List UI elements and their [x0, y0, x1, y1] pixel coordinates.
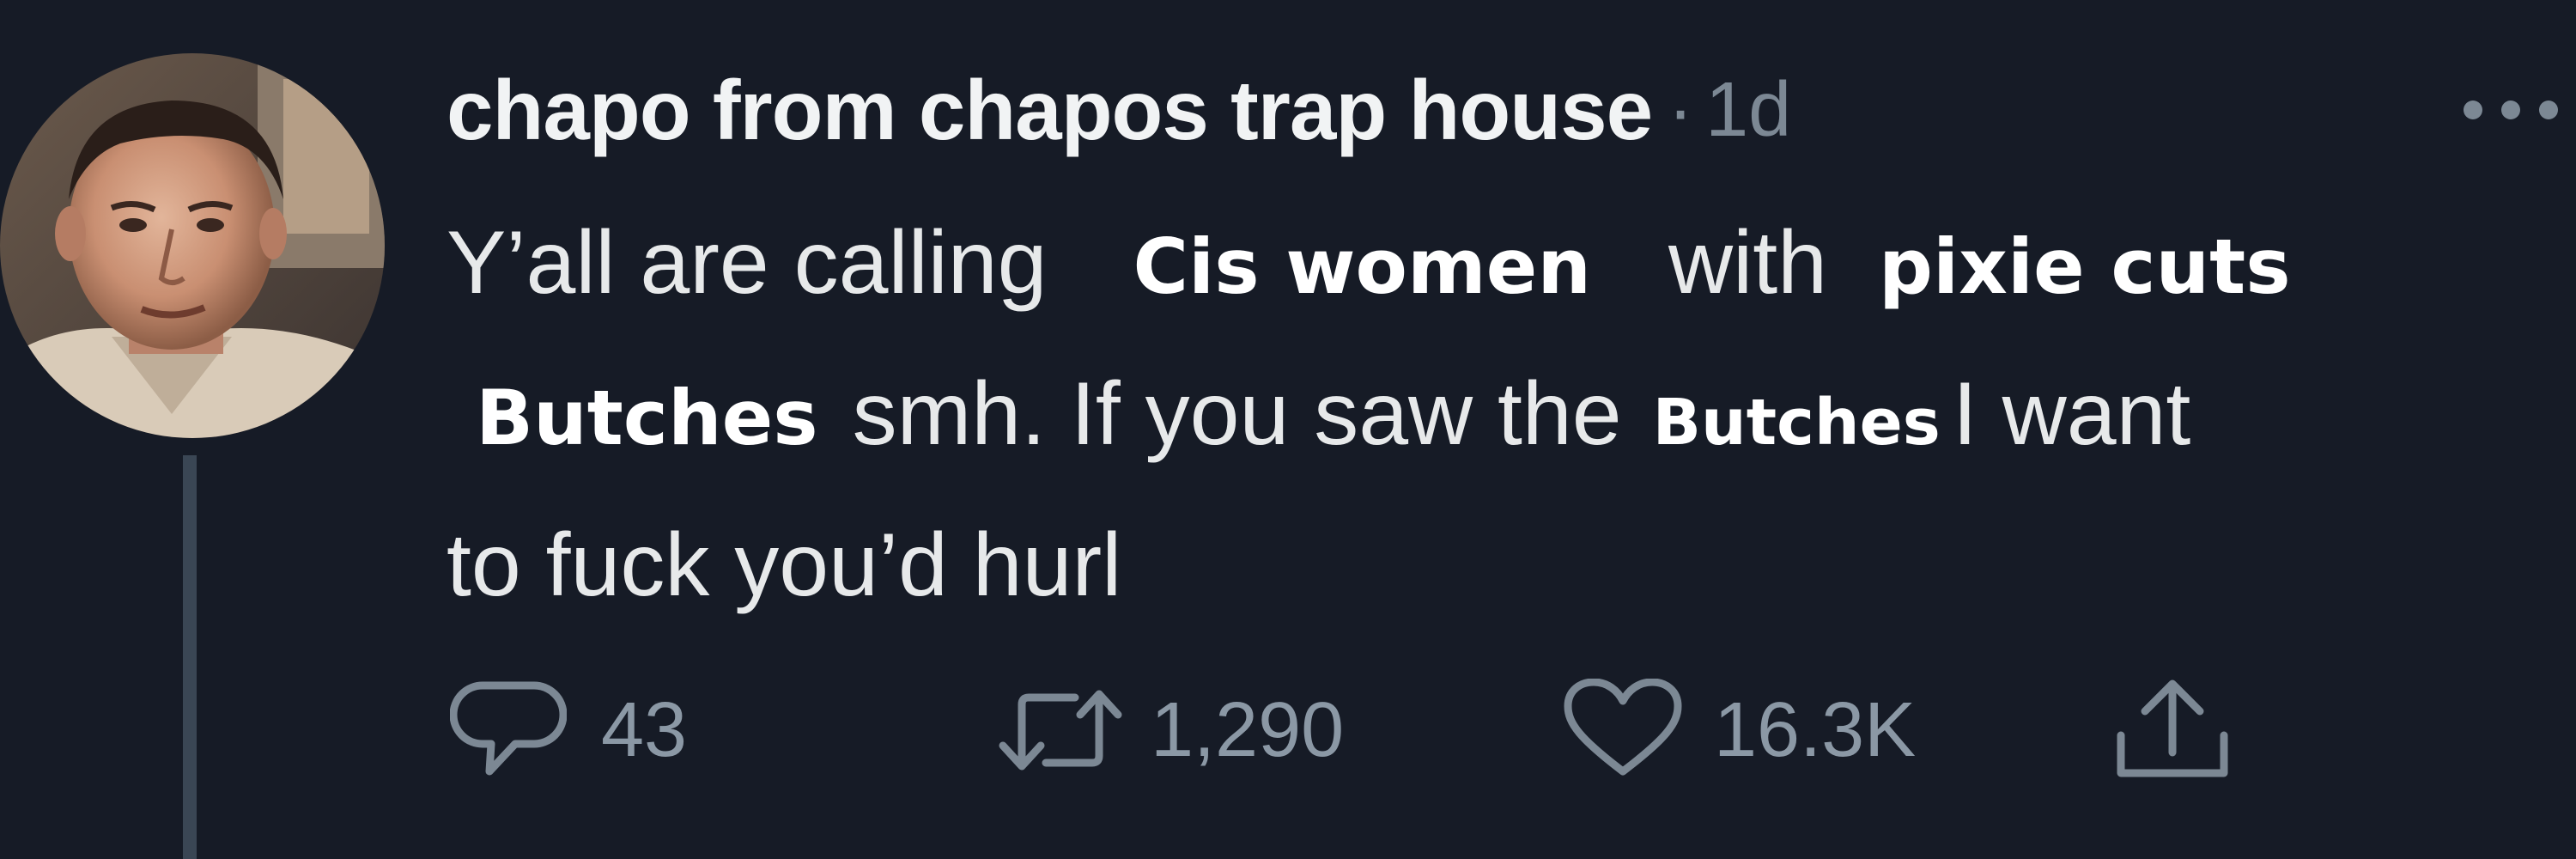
- text-segment: Y’all are calling: [447, 213, 1048, 313]
- text-segment: to fuck you’d hurl: [447, 515, 1122, 615]
- tweet[interactable]: chapo from chapos trap house · 1d Y’all …: [0, 0, 2576, 859]
- highlight-text: Butches: [476, 374, 818, 462]
- tweet-text-line-2: Butches smh. If you saw the Butches I want: [447, 338, 2576, 490]
- reply-count: 43: [601, 686, 688, 773]
- like-count: 16.3K: [1714, 686, 1917, 773]
- tweet-actions: 43 1,290 16.3K: [447, 679, 2576, 782]
- reply-button[interactable]: 43: [450, 679, 687, 782]
- like-button[interactable]: 16.3K: [1563, 679, 1916, 782]
- text-segment: I want: [1952, 364, 2191, 464]
- tweet-header: chapo from chapos trap house · 1d: [447, 50, 1791, 170]
- text-segment: smh. If you saw the: [852, 364, 1622, 464]
- author-name[interactable]: chapo from chapos trap house: [447, 62, 1653, 159]
- more-horizontal-icon[interactable]: [2456, 84, 2576, 136]
- highlight-text: pixie cuts: [1878, 222, 2291, 311]
- share-button[interactable]: [2112, 679, 2233, 782]
- avatar[interactable]: [0, 53, 385, 438]
- tweet-text-line-1: Y’all are calling Cis women with pixie cuts: [447, 187, 2576, 338]
- highlight-text: Butches: [1652, 386, 1941, 460]
- text-segment: with: [1668, 213, 1827, 313]
- avatar-image: [0, 53, 385, 438]
- retweet-button[interactable]: 1,290: [996, 679, 1344, 782]
- tweet-text: Y’all are calling Cis women with pixie cuts…: [447, 187, 2576, 641]
- highlight-text: Cis women: [1133, 222, 1592, 311]
- reply-icon: [450, 681, 567, 776]
- tweet-timestamp[interactable]: 1d: [1705, 66, 1791, 155]
- thread-line: [183, 455, 197, 859]
- retweet-icon: [999, 690, 1122, 771]
- tweet-text-line-3: to fuck you’d hurl: [447, 490, 2576, 641]
- header-separator: ·: [1668, 66, 1694, 153]
- retweet-count: 1,290: [1151, 686, 1345, 773]
- heart-icon: [1564, 679, 1682, 776]
- share-icon: [2117, 679, 2228, 777]
